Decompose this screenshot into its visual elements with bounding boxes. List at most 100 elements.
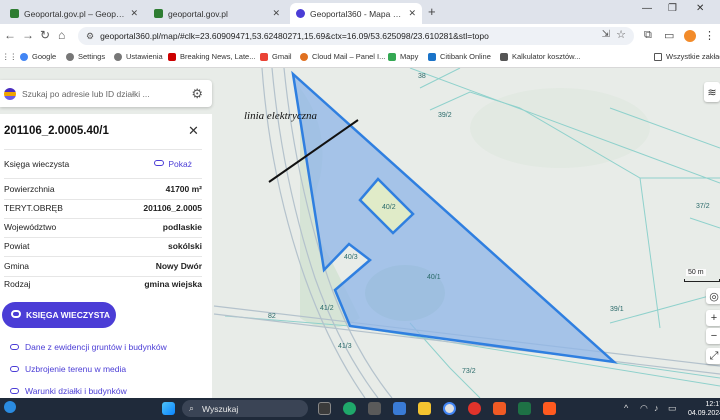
settings-gear-icon[interactable]: ⚙ [191, 86, 203, 102]
bookmark-ustawienia[interactable]: Ustawienia [114, 52, 163, 61]
divider [4, 276, 202, 277]
gear-icon [66, 52, 74, 61]
tray-chevron-icon[interactable]: ^ [624, 403, 628, 413]
start-button-icon[interactable] [162, 402, 175, 415]
bookmark-breaking-news[interactable]: Breaking News, Late... [168, 52, 255, 61]
edge-icon[interactable] [343, 402, 356, 415]
search-icon: ⌕ [189, 403, 195, 413]
land-register-row: Księga wieczysta Pokaż [4, 159, 202, 173]
bookmark-google[interactable]: Google [20, 52, 56, 61]
tab-strip: Geoportal.gov.pl – Geoportal k ✕ geoport… [0, 0, 720, 24]
info-row-teryt: TERYT.OBRĘB 201106_2.0005 [4, 203, 202, 213]
home-icon[interactable]: ⌂ [58, 28, 65, 42]
cnn-icon [168, 52, 176, 61]
minimize-icon[interactable]: — [642, 3, 652, 14]
new-tab-button[interactable]: + [428, 4, 436, 19]
parcel-label: 41/2 [320, 305, 334, 312]
file-explorer-icon[interactable] [418, 402, 431, 415]
apps-icon[interactable]: ⋮⋮ [2, 52, 17, 61]
land-register-button[interactable]: KSIĘGA WIECZYSTA [2, 302, 116, 328]
excel-icon[interactable] [518, 402, 531, 415]
widgets-icon[interactable] [4, 401, 16, 413]
utilities-link[interactable]: Uzbrojenie terenu w media [10, 364, 126, 374]
menu-icon[interactable]: ⋮ [704, 29, 715, 42]
wifi-icon[interactable]: ◠ [640, 403, 648, 414]
url-text[interactable]: geoportal360.pl/map/#clk=23.60909471,53.… [100, 31, 489, 41]
geoportal-favicon-icon [154, 9, 163, 18]
reload-icon[interactable]: ↻ [40, 28, 50, 42]
back-icon[interactable]: ← [4, 28, 16, 42]
site-info-icon[interactable]: ⚙ [86, 31, 94, 42]
close-tab-icon[interactable]: ✕ [408, 8, 416, 19]
close-tab-icon[interactable]: ✕ [272, 8, 280, 19]
search-placeholder[interactable]: Szukaj po adresie lub ID działki ... [22, 89, 150, 99]
info-row-county: Powiat sokólski [4, 241, 202, 251]
divider [4, 237, 202, 238]
divider [4, 199, 202, 200]
calculator-icon [500, 52, 508, 61]
zoom-out-button[interactable]: − [706, 328, 720, 344]
gmail-icon [260, 52, 268, 61]
install-app-icon[interactable]: ⇲ [602, 29, 610, 40]
forward-icon[interactable]: → [22, 28, 34, 42]
maximize-icon[interactable]: ❐ [668, 3, 677, 14]
bookmark-citibank[interactable]: Citibank Online [428, 52, 491, 61]
parcel-info-panel: 201106_2.0005.40/1 ✕ Księga wieczysta Po… [0, 114, 212, 398]
layers-icon: ≋ [707, 86, 717, 99]
taskbar-search[interactable]: ⌕ Wyszukaj [182, 400, 308, 417]
task-view-icon[interactable] [318, 402, 331, 415]
close-window-icon[interactable]: ✕ [696, 3, 704, 14]
info-row-voivodeship: Województwo podlaskie [4, 222, 202, 232]
app-icon[interactable] [543, 402, 556, 415]
store-icon[interactable] [368, 402, 381, 415]
parcel-label: 39/1 [610, 306, 624, 313]
mail-icon[interactable] [393, 402, 406, 415]
bookmarks-bar: ⋮⋮ Google Settings Ustawienia Breaking N… [0, 48, 720, 68]
close-tab-icon[interactable]: ✕ [130, 8, 138, 19]
bookmark-gmail[interactable]: Gmail [260, 52, 292, 61]
parcel-label: 40/2 [382, 204, 396, 211]
tab-geoportal-gov-2[interactable]: geoportal.gov.pl ✕ [148, 3, 286, 24]
land-records-link[interactable]: Dane z ewidencji gruntów i budynków [10, 342, 167, 352]
battery-icon[interactable]: ▭ [668, 403, 677, 414]
zoom-in-button[interactable]: + [706, 310, 720, 326]
address-bar[interactable]: ⚙ geoportal360.pl/map/#clk=23.60909471,5… [78, 27, 634, 45]
clock[interactable]: 12:17 04.09.2024 [688, 400, 720, 418]
target-icon: ◎ [709, 290, 719, 303]
bookmark-star-icon[interactable]: ☆ [616, 28, 626, 41]
bookmark-mapy[interactable]: Mapy [388, 52, 418, 61]
maps-icon [388, 52, 396, 61]
volume-icon[interactable]: ♪ [654, 403, 659, 413]
divider [4, 149, 202, 150]
minus-icon: − [710, 330, 718, 342]
bookmark-kalkulator[interactable]: Kalkulator kosztów... [500, 52, 580, 61]
extensions-icon[interactable]: ⧉ [644, 29, 652, 42]
parcel-search[interactable]: Szukaj po adresie lub ID działki ... ⚙ [0, 80, 212, 107]
cloud-icon [300, 52, 308, 61]
fullscreen-button[interactable]: ⤢ [706, 348, 720, 364]
parcel-label: 73/2 [462, 368, 476, 375]
opera-icon[interactable] [468, 402, 481, 415]
layers-button[interactable]: ≋ [704, 82, 720, 102]
split-view-icon[interactable]: ▭ [664, 29, 674, 42]
google-icon [20, 52, 28, 61]
geoportal-favicon-icon [10, 9, 19, 18]
brave-icon[interactable] [493, 402, 506, 415]
navigation-bar: ← → ↻ ⌂ ⚙ geoportal360.pl/map/#clk=23.60… [0, 24, 720, 48]
all-bookmarks-folder[interactable]: Wszystkie zakład [654, 52, 720, 61]
tab-geoportal-gov-1[interactable]: Geoportal.gov.pl – Geoportal k ✕ [4, 3, 144, 24]
bookmark-cloud-mail[interactable]: Cloud Mail – Panel I... [300, 52, 385, 61]
bookmark-settings[interactable]: Settings [66, 52, 105, 61]
divider [4, 178, 202, 179]
close-panel-icon[interactable]: ✕ [188, 123, 199, 139]
parcel-conditions-link[interactable]: Warunki działki i budynków [10, 386, 127, 396]
tab-geoportal360[interactable]: Geoportal360 - Mapa Interakty ✕ [290, 3, 422, 24]
profile-avatar-icon[interactable] [684, 30, 696, 42]
chrome-icon[interactable] [443, 402, 456, 415]
parcel-label: 41/3 [338, 343, 352, 350]
parcel-label: 39/2 [438, 112, 452, 119]
land-register-label: Księga wieczysta [4, 159, 70, 169]
show-land-register-link[interactable]: Pokaż [168, 159, 192, 169]
locate-button[interactable]: ◎ [706, 288, 720, 304]
link-icon [10, 388, 19, 394]
